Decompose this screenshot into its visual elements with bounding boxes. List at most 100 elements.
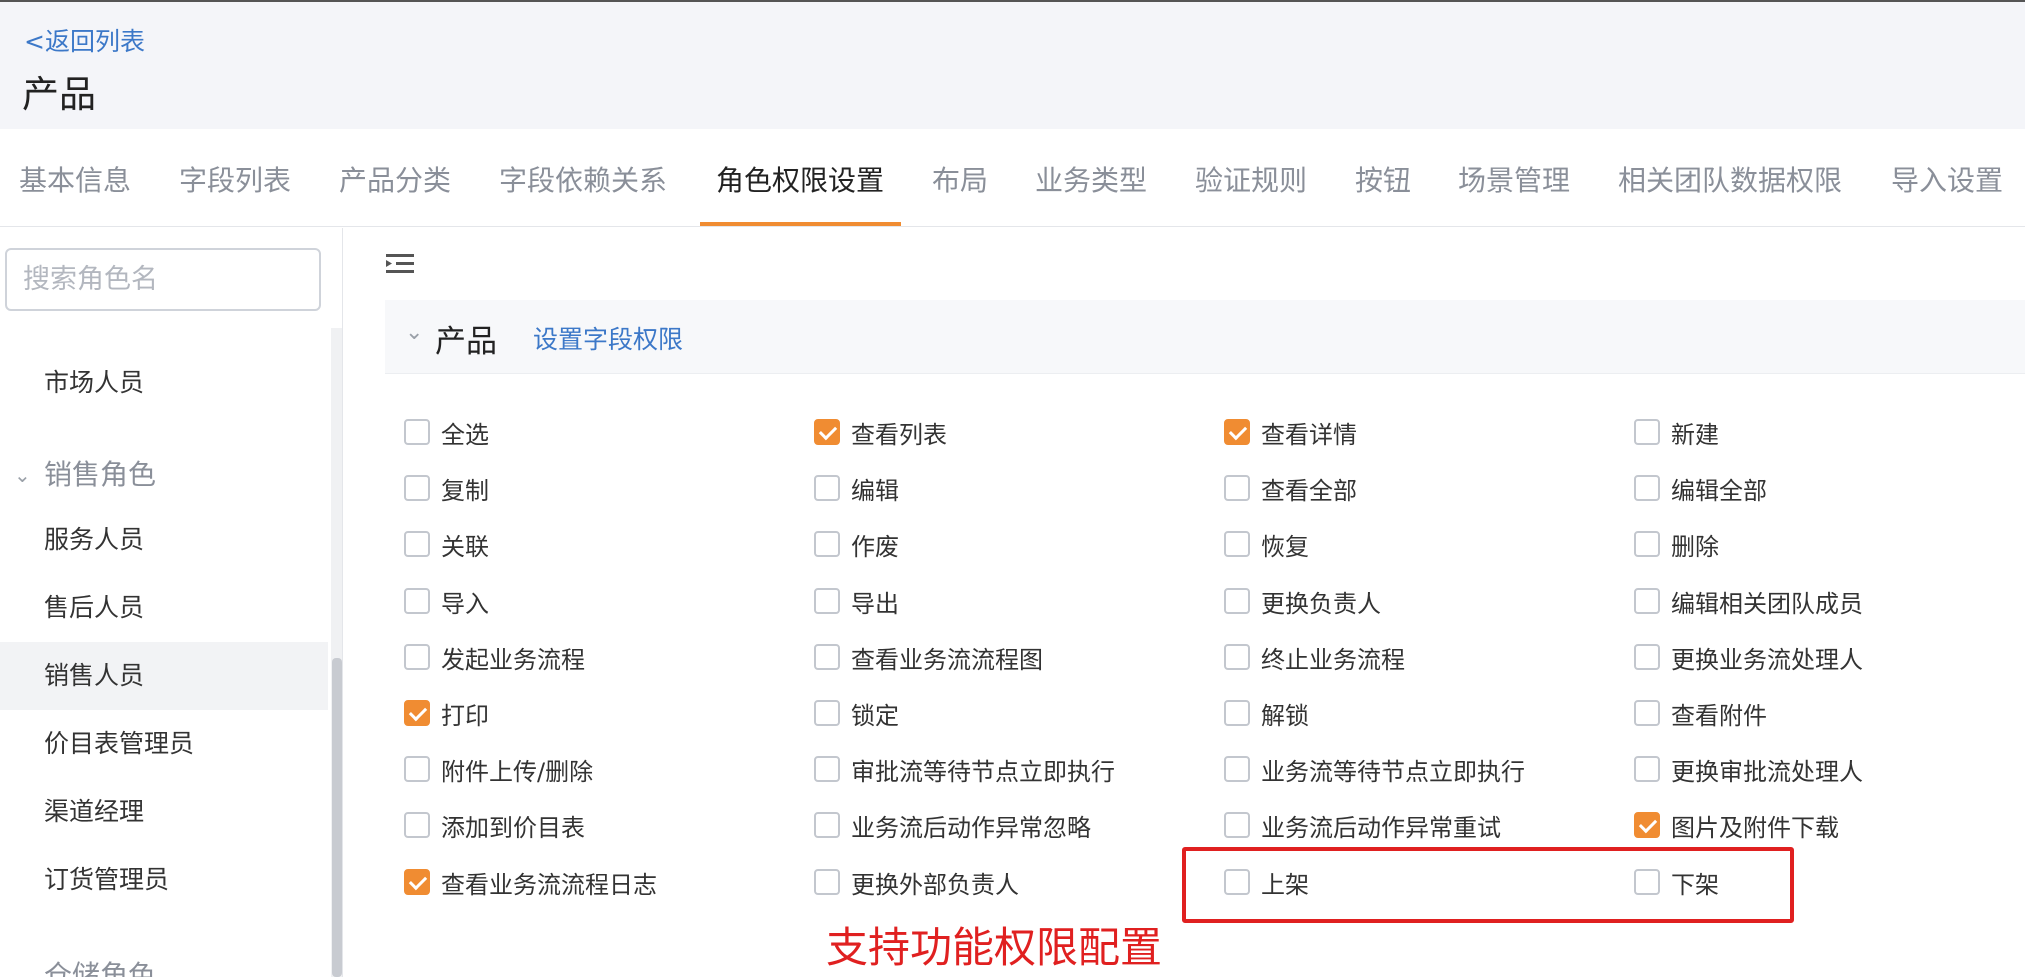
permission-checkbox[interactable]	[1634, 419, 1660, 445]
sidebar-item-order-admin[interactable]: 订货管理员	[0, 846, 328, 914]
permission-item[interactable]: 查看附件	[1634, 698, 1767, 730]
permission-checkbox[interactable]	[404, 419, 430, 445]
permission-item[interactable]: 打印	[404, 698, 489, 730]
permission-item[interactable]: 导入	[404, 586, 489, 618]
permission-item[interactable]: 更换负责人	[1224, 586, 1381, 618]
permission-checkbox[interactable]	[1634, 812, 1660, 838]
permission-checkbox[interactable]	[814, 419, 840, 445]
tab-field-dependency[interactable]: 字段依赖关系	[499, 159, 667, 199]
permission-checkbox[interactable]	[404, 588, 430, 614]
permission-checkbox[interactable]	[1224, 588, 1250, 614]
tab-product-category[interactable]: 产品分类	[339, 159, 451, 199]
chevron-down-icon[interactable]: ⌄	[405, 320, 423, 345]
permission-item[interactable]: 关联	[404, 529, 489, 561]
permission-item[interactable]: 图片及附件下载	[1634, 810, 1839, 842]
permission-checkbox[interactable]	[1634, 588, 1660, 614]
tab-scene-management[interactable]: 场景管理	[1458, 159, 1570, 199]
permission-checkbox[interactable]	[814, 644, 840, 670]
sidebar-item-sales-staff[interactable]: 销售人员	[0, 642, 328, 710]
permission-checkbox[interactable]	[814, 475, 840, 501]
permission-item[interactable]: 锁定	[814, 698, 899, 730]
tab-buttons[interactable]: 按钮	[1355, 159, 1411, 199]
sidebar-item-channel-manager[interactable]: 渠道经理	[0, 778, 328, 846]
permission-checkbox[interactable]	[1634, 756, 1660, 782]
permission-item[interactable]: 全选	[404, 417, 489, 449]
permission-item[interactable]: 发起业务流程	[404, 642, 585, 674]
permission-checkbox[interactable]	[814, 700, 840, 726]
permission-checkbox[interactable]	[814, 531, 840, 557]
permission-item[interactable]: 查看业务流流程图	[814, 642, 1043, 674]
permission-checkbox[interactable]	[814, 869, 840, 895]
sidebar-scrollbar-thumb[interactable]	[332, 658, 342, 977]
set-field-permissions-link[interactable]: 设置字段权限	[533, 320, 683, 356]
permission-checkbox[interactable]	[404, 475, 430, 501]
permission-item[interactable]: 业务流后动作异常忽略	[814, 810, 1091, 842]
permission-checkbox[interactable]	[404, 644, 430, 670]
permission-checkbox[interactable]	[1224, 531, 1250, 557]
permission-item[interactable]: 查看全部	[1224, 473, 1357, 505]
permission-item[interactable]: 业务流后动作异常重试	[1224, 810, 1501, 842]
permission-checkbox[interactable]	[1224, 419, 1250, 445]
permission-item[interactable]: 恢复	[1224, 529, 1309, 561]
permission-checkbox[interactable]	[1634, 531, 1660, 557]
permission-checkbox[interactable]	[1224, 475, 1250, 501]
permission-item[interactable]: 审批流等待节点立即执行	[814, 754, 1115, 786]
permission-item[interactable]: 更换审批流处理人	[1634, 754, 1863, 786]
tab-role-permissions[interactable]: 角色权限设置	[716, 159, 884, 199]
permission-item[interactable]: 编辑相关团队成员	[1634, 586, 1863, 618]
permission-checkbox[interactable]	[814, 588, 840, 614]
permission-item[interactable]: 删除	[1634, 529, 1719, 561]
permission-item[interactable]: 更换业务流处理人	[1634, 642, 1863, 674]
permission-item[interactable]: 查看业务流流程日志	[404, 867, 657, 899]
collapse-list-icon[interactable]	[386, 252, 414, 276]
tab-basic-info[interactable]: 基本信息	[19, 159, 131, 199]
permission-checkbox[interactable]	[404, 756, 430, 782]
permission-item[interactable]: 添加到价目表	[404, 810, 585, 842]
permission-label: 编辑全部	[1671, 476, 1767, 505]
sidebar-item-market-staff[interactable]: 市场人员	[0, 349, 328, 417]
permission-checkbox[interactable]	[1634, 475, 1660, 501]
tab-team-data-permissions[interactable]: 相关团队数据权限	[1618, 159, 1842, 199]
sidebar-item-after-sales-staff[interactable]: 售后人员	[0, 574, 328, 642]
permission-item[interactable]: 编辑全部	[1634, 473, 1767, 505]
back-to-list-link[interactable]: <返回列表	[24, 22, 145, 58]
tab-business-type[interactable]: 业务类型	[1035, 159, 1147, 199]
permission-item[interactable]: 附件上传/删除	[404, 754, 593, 786]
permission-item[interactable]: 复制	[404, 473, 489, 505]
permission-item[interactable]: 终止业务流程	[1224, 642, 1405, 674]
sidebar-group-label: 销售角色	[44, 458, 157, 491]
permission-item[interactable]: 业务流等待节点立即执行	[1224, 754, 1525, 786]
permission-label: 删除	[1671, 532, 1719, 561]
sidebar-item-service-staff[interactable]: 服务人员	[0, 506, 328, 574]
sidebar-group-warehouse-roles[interactable]: ⌄ 仓储角色	[0, 946, 328, 977]
permission-item[interactable]: 解锁	[1224, 698, 1309, 730]
permission-checkbox[interactable]	[1634, 644, 1660, 670]
permission-item[interactable]: 作废	[814, 529, 899, 561]
permission-item[interactable]: 导出	[814, 586, 899, 618]
permission-checkbox[interactable]	[1224, 644, 1250, 670]
role-search-input[interactable]	[7, 250, 319, 309]
permission-checkbox[interactable]	[814, 812, 840, 838]
permission-checkbox[interactable]	[404, 700, 430, 726]
permission-item[interactable]: 更换外部负责人	[814, 867, 1019, 899]
permission-checkbox[interactable]	[1224, 756, 1250, 782]
permission-checkbox[interactable]	[814, 756, 840, 782]
permission-checkbox[interactable]	[1634, 700, 1660, 726]
tab-import-settings[interactable]: 导入设置	[1891, 159, 2003, 199]
tab-layout[interactable]: 布局	[932, 159, 988, 199]
permission-item[interactable]: 新建	[1634, 417, 1719, 449]
permission-label: 解锁	[1261, 701, 1309, 730]
permission-checkbox[interactable]	[1224, 812, 1250, 838]
permission-item[interactable]: 编辑	[814, 473, 899, 505]
permission-checkbox[interactable]	[404, 531, 430, 557]
permission-checkbox[interactable]	[1224, 700, 1250, 726]
sidebar-item-price-list-admin[interactable]: 价目表管理员	[0, 710, 328, 778]
permission-item[interactable]: 查看详情	[1224, 417, 1357, 449]
tab-field-list[interactable]: 字段列表	[179, 159, 291, 199]
permission-item[interactable]: 查看列表	[814, 417, 947, 449]
sidebar-group-sales-roles[interactable]: ⌄ 销售角色	[0, 445, 328, 505]
permission-checkbox[interactable]	[404, 812, 430, 838]
permission-checkbox[interactable]	[404, 869, 430, 895]
tab-validation-rules[interactable]: 验证规则	[1195, 159, 1307, 199]
permission-label: 打印	[441, 701, 489, 730]
